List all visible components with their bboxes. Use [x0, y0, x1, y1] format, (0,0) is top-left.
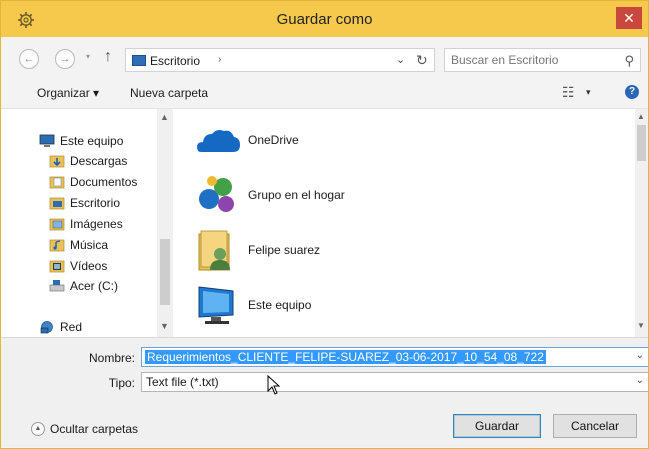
file-name-value[interactable]: Requerimientos_CLIENTE_FELIPE-SUAREZ_03-… — [145, 350, 546, 364]
close-button[interactable]: ✕ — [616, 7, 642, 29]
up-folder-button[interactable]: ↑ — [104, 48, 112, 66]
command-toolbar: Organizar ▾ Nueva carpeta ☷ ▾ ? — [1, 77, 648, 109]
scroll-down-icon[interactable]: ▼ — [637, 321, 645, 330]
address-dropdown-icon[interactable]: ⌄ — [396, 53, 405, 66]
sidebar-item-label: Descargas — [70, 154, 128, 168]
chevron-up-icon: ▲ — [31, 422, 45, 436]
chevron-down-icon[interactable]: ⌄ — [636, 375, 644, 386]
save-as-dialog: Guardar como ✕ ← → ▾ ↑ Escritorio › ⌄ ↻ … — [0, 0, 649, 449]
address-breadcrumb[interactable]: Escritorio — [150, 54, 200, 68]
sidebar-item-documentos[interactable]: Documentos — [49, 173, 137, 191]
computer-icon — [39, 134, 55, 147]
file-type-value[interactable]: Text file (*.txt) — [146, 375, 219, 389]
drive-icon — [49, 280, 65, 292]
documents-folder-icon — [49, 176, 65, 189]
scrollbar-thumb[interactable] — [637, 125, 646, 161]
chevron-down-icon[interactable]: ⌄ — [636, 350, 644, 361]
file-item-label: Grupo en el hogar — [248, 188, 345, 202]
file-list-pane: OneDrive Grupo en el hogar Felipe suarez… — [173, 109, 648, 337]
search-box[interactable]: ⚲ — [444, 48, 641, 72]
navigation-scrollbar[interactable]: ▲ ▼ — [157, 109, 173, 337]
sidebar-item-descargas[interactable]: Descargas — [49, 152, 127, 170]
refresh-icon[interactable]: ↻ — [416, 52, 428, 69]
user-folder-icon — [198, 230, 230, 271]
navigation-pane: Este equipo Descargas Documentos Escrito… — [1, 109, 173, 337]
back-button[interactable]: ← — [19, 49, 39, 69]
content-area: Este equipo Descargas Documentos Escrito… — [1, 109, 648, 337]
forward-button[interactable]: → — [55, 49, 75, 69]
file-name-field[interactable]: Requerimientos_CLIENTE_FELIPE-SUAREZ_03-… — [141, 347, 648, 367]
sidebar-item-label: Escritorio — [70, 196, 121, 210]
sidebar-item-label: Imágenes — [70, 217, 123, 231]
desktop-icon — [132, 55, 146, 66]
sidebar-item-label: Este equipo — [60, 134, 124, 148]
save-form: Nombre: Requerimientos_CLIENTE_FELIPE-SU… — [1, 337, 648, 447]
sidebar-item-label: Música — [70, 238, 109, 252]
title-bar[interactable]: Guardar como ✕ — [1, 1, 648, 37]
file-item-label: Este equipo — [248, 298, 312, 312]
network-icon — [40, 321, 53, 334]
desktop-folder-icon — [49, 197, 65, 210]
music-folder-icon — [49, 239, 65, 252]
hide-folders-label: Ocultar carpetas — [50, 422, 139, 436]
sidebar-item-acer-c[interactable]: Acer (C:) — [49, 277, 118, 295]
onedrive-icon — [197, 130, 240, 152]
organize-menu[interactable]: Organizar ▾ — [37, 86, 99, 100]
sidebar-item-este-equipo[interactable]: Este equipo — [39, 132, 123, 150]
file-list-scrollbar[interactable]: ▲ ▼ — [635, 109, 648, 337]
scroll-down-icon[interactable]: ▼ — [160, 321, 169, 331]
cancel-button[interactable]: Cancelar — [553, 414, 637, 438]
help-icon[interactable]: ? — [625, 85, 639, 99]
save-button[interactable]: Guardar — [453, 414, 541, 438]
videos-folder-icon — [49, 260, 65, 273]
close-icon: ✕ — [623, 10, 635, 26]
scroll-up-icon[interactable]: ▲ — [637, 112, 645, 121]
sidebar-item-label: Red — [60, 320, 83, 334]
name-label: Nombre: — [88, 351, 135, 365]
file-item-label: OneDrive — [248, 133, 299, 147]
sidebar-item-musica[interactable]: Música — [49, 236, 108, 254]
search-icon[interactable]: ⚲ — [624, 53, 634, 69]
sidebar-item-red[interactable]: Red — [39, 318, 82, 336]
sidebar-item-label: Vídeos — [70, 259, 108, 273]
scrollbar-thumb[interactable] — [160, 239, 170, 305]
downloads-folder-icon — [49, 155, 65, 168]
file-type-select[interactable]: Text file (*.txt) ⌄ — [141, 372, 648, 392]
view-dropdown-icon[interactable]: ▾ — [586, 87, 591, 98]
view-options-icon[interactable]: ☷ — [562, 84, 575, 101]
mouse-cursor-icon — [267, 375, 281, 395]
hide-folders-toggle[interactable]: ▲ Ocultar carpetas — [31, 422, 138, 436]
file-item-label: Felipe suarez — [248, 243, 321, 257]
address-bar[interactable]: Escritorio › ⌄ ↻ — [125, 48, 435, 72]
type-label: Tipo: — [108, 376, 135, 390]
sidebar-item-imagenes[interactable]: Imágenes — [49, 215, 123, 233]
new-folder-button[interactable]: Nueva carpeta — [130, 86, 208, 100]
file-item-onedrive[interactable]: OneDrive — [193, 116, 493, 164]
window-title: Guardar como — [276, 11, 373, 28]
pictures-folder-icon — [49, 218, 65, 231]
sidebar-item-label: Acer (C:) — [70, 279, 118, 293]
navigation-bar: ← → ▾ ↑ Escritorio › ⌄ ↻ ⚲ — [1, 37, 648, 77]
arrow-left-icon: ← — [23, 53, 35, 65]
computer-icon — [198, 286, 234, 324]
breadcrumb-chevron-icon[interactable]: › — [218, 54, 221, 65]
file-item-grupo-hogar[interactable]: Grupo en el hogar — [193, 171, 493, 219]
search-input[interactable] — [451, 52, 611, 68]
sidebar-item-label: Documentos — [70, 175, 138, 189]
arrow-right-icon: → — [59, 53, 71, 65]
scroll-up-icon[interactable]: ▲ — [160, 112, 169, 122]
sidebar-item-escritorio[interactable]: Escritorio — [49, 194, 120, 212]
homegroup-icon — [199, 176, 234, 212]
sidebar-item-videos[interactable]: Vídeos — [49, 257, 107, 275]
file-item-este-equipo[interactable]: Este equipo — [193, 281, 493, 329]
recent-locations-chevron-icon[interactable]: ▾ — [86, 52, 90, 61]
file-item-felipe-suarez[interactable]: Felipe suarez — [193, 226, 493, 274]
